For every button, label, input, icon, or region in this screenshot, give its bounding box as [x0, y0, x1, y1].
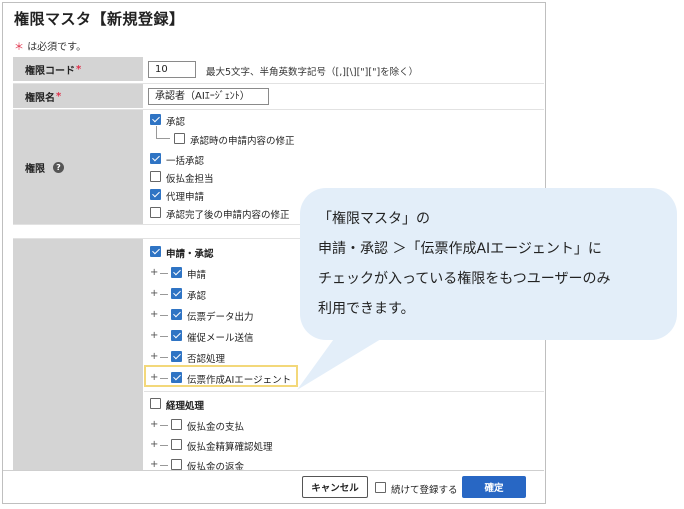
- menu-item-label: 承認: [187, 291, 207, 302]
- tree-line: [160, 425, 168, 426]
- callout-line: チェックが入っている権限をもつユーザーのみ: [318, 271, 611, 287]
- tree-line: [160, 357, 168, 358]
- code-label: 権限コード *: [13, 57, 143, 81]
- checkbox-post-approval-edit[interactable]: [150, 207, 161, 218]
- menu-section-label: 経理処理: [166, 401, 205, 412]
- checkbox-menu-request[interactable]: [171, 267, 182, 278]
- checkbox-section-request-approve[interactable]: [150, 246, 161, 257]
- code-input[interactable]: 10: [148, 61, 196, 78]
- checkbox-section-accounting[interactable]: [150, 398, 161, 409]
- expand-icon[interactable]: +: [150, 310, 158, 320]
- checkbox-approve-edit[interactable]: [174, 133, 185, 144]
- authority-item-label: 代理申請: [166, 192, 205, 203]
- menu-item-label: 仮払金の支払: [187, 422, 245, 433]
- menu-section-label: 申請・承認: [166, 249, 214, 260]
- cancel-button[interactable]: キャンセル: [302, 476, 368, 498]
- menu-item-label: 催促メール送信: [187, 333, 254, 344]
- checkbox-advance-payment[interactable]: [150, 171, 161, 182]
- expand-icon[interactable]: +: [150, 460, 158, 470]
- authority-item-label: 一括承認: [166, 156, 205, 167]
- help-icon[interactable]: ?: [53, 161, 64, 173]
- menu-item-label: 仮払金精算確認処理: [187, 442, 273, 453]
- tree-line: [160, 315, 168, 316]
- checkbox-menu-advance-pay[interactable]: [171, 419, 182, 430]
- authority-item-label: 承認時の申請内容の修正: [190, 136, 295, 147]
- required-note: ＊ は必須です。: [14, 38, 86, 53]
- page-title: 権限マスタ【新規登録】: [14, 10, 185, 28]
- tree-line: [160, 445, 168, 446]
- expand-icon[interactable]: +: [150, 268, 158, 278]
- checkbox-bulk-approve[interactable]: [150, 153, 161, 164]
- authority-label-text: 権限: [25, 163, 45, 175]
- authority-item-label: 承認完了後の申請内容の修正: [166, 210, 290, 221]
- required-star: *: [76, 63, 82, 75]
- expand-icon[interactable]: +: [150, 352, 158, 362]
- authority-item-label: 仮払金担当: [166, 174, 214, 185]
- expand-icon[interactable]: +: [150, 331, 158, 341]
- checkbox-continue[interactable]: [375, 482, 386, 493]
- authority-label: 権限?: [13, 110, 143, 224]
- checkbox-menu-advance-refund[interactable]: [171, 459, 182, 470]
- required-note-text: は必須です。: [27, 42, 87, 53]
- callout-line: 「権限マスタ」の: [318, 211, 430, 227]
- code-hint: 最大5文字、半角英数字記号（[,][\]["]["]を除く）: [206, 67, 419, 78]
- highlight-box: [144, 365, 298, 387]
- tree-line: [160, 336, 168, 337]
- checkbox-menu-voucher-export[interactable]: [171, 309, 182, 320]
- tree-line: [160, 294, 168, 295]
- checkbox-menu-approve[interactable]: [171, 288, 182, 299]
- menu-item-label: 伝票データ出力: [187, 312, 254, 323]
- checkbox-menu-rejection[interactable]: [171, 351, 182, 362]
- checkbox-proxy-request[interactable]: [150, 189, 161, 200]
- callout-line: 申請・承認 ＞「伝票作成AIエージェント」に: [318, 241, 602, 257]
- continue-label: 続けて登録する: [391, 485, 458, 496]
- divider: [144, 391, 544, 392]
- tree-line: [160, 273, 168, 274]
- name-label-text: 権限名: [25, 92, 55, 104]
- checkbox-menu-reminder-mail[interactable]: [171, 330, 182, 341]
- required-star: *: [56, 90, 62, 102]
- menu-item-label: 申請: [187, 270, 207, 281]
- checkbox-menu-advance-settle[interactable]: [171, 439, 182, 450]
- menu-item-label: 否認処理: [187, 354, 226, 365]
- code-label-text: 権限コード: [25, 65, 75, 77]
- tree-line: [156, 126, 157, 138]
- authority-item-label: 承認: [166, 117, 186, 128]
- expand-icon[interactable]: +: [150, 289, 158, 299]
- checkbox-approve[interactable]: [150, 114, 161, 125]
- menu-label: [13, 239, 143, 470]
- confirm-button[interactable]: 確定: [462, 476, 526, 498]
- name-input[interactable]: 承認者（AIｴｰｼﾞｪﾝﾄ）: [148, 88, 269, 105]
- required-star: ＊: [14, 42, 24, 53]
- expand-icon[interactable]: +: [150, 440, 158, 450]
- name-label: 権限名 *: [13, 84, 143, 108]
- callout-line: 利用できます。: [318, 301, 415, 317]
- tree-line: [160, 465, 168, 466]
- expand-icon[interactable]: +: [150, 420, 158, 430]
- tree-line: [156, 138, 170, 139]
